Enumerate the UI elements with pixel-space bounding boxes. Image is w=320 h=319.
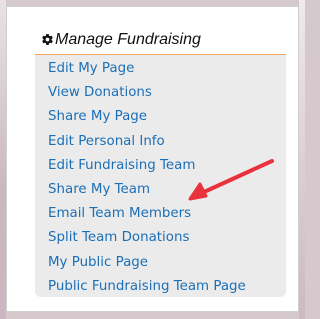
my-public-page-link[interactable]: My Public Page <box>48 255 148 270</box>
share-my-team-link[interactable]: Share My Team <box>48 182 150 197</box>
menu-item-my-public-page: My Public Page <box>48 252 246 276</box>
menu-item-edit-personal-info: Edit Personal Info <box>48 131 246 155</box>
arrow-shaft <box>202 159 274 194</box>
gear-icon <box>42 34 53 45</box>
menu-item-edit-my-page: Edit My Page <box>48 58 246 82</box>
edit-personal-info-link[interactable]: Edit Personal Info <box>48 134 165 149</box>
public-fundraising-team-page-link[interactable]: Public Fundraising Team Page <box>48 279 246 294</box>
menu-item-view-donations: View Donations <box>48 82 246 106</box>
menu-item-share-my-page: Share My Page <box>48 106 246 130</box>
email-team-members-link[interactable]: Email Team Members <box>48 206 191 221</box>
arrow-head <box>188 182 208 201</box>
edit-fundraising-team-link[interactable]: Edit Fundraising Team <box>48 158 195 173</box>
menu-item-split-team-donations: Split Team Donations <box>48 227 246 251</box>
panel-title: Manage Fundraising <box>55 31 201 48</box>
split-team-donations-link[interactable]: Split Team Donations <box>48 230 189 245</box>
share-my-page-link[interactable]: Share My Page <box>48 109 147 124</box>
view-donations-link[interactable]: View Donations <box>48 85 152 100</box>
background-right <box>299 0 305 319</box>
edit-my-page-link[interactable]: Edit My Page <box>48 61 134 76</box>
menu-item-public-fundraising-team-page: Public Fundraising Team Page <box>48 276 246 300</box>
annotation-arrow <box>188 159 274 201</box>
